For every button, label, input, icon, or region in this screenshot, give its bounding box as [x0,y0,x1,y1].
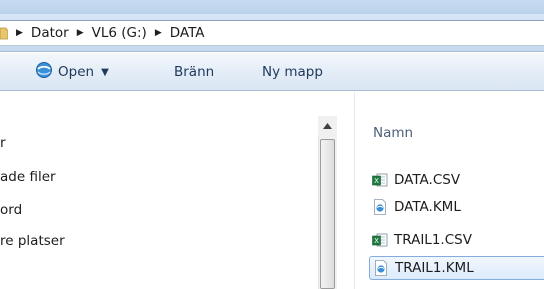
file-list: Namn X DATA.CSV DATA.KML X TRAIL1.CSV TR… [355,92,544,289]
breadcrumb-item-drive[interactable]: VL6 (G:) [92,25,147,41]
breadcrumb-item-data[interactable]: DATA [170,25,205,41]
burn-button[interactable]: Bränn [168,59,220,85]
open-with-icon [35,61,53,83]
excel-csv-icon: X [372,232,388,248]
file-row-data-kml[interactable]: DATA.KML [369,195,544,219]
open-button[interactable]: Open ▼ [29,59,115,85]
file-row-data-csv[interactable]: X DATA.CSV [369,168,544,192]
address-bar: ▶ Dator ▶ VL6 (G:) ▶ DATA [0,14,544,52]
open-button-label: Open [58,64,95,80]
command-bar: Open ▼ Bränn Ny mapp [0,53,544,91]
svg-text:X: X [374,177,379,185]
new-folder-button[interactable]: Ny mapp [256,59,329,85]
nav-item-recent-files[interactable]: ade filer [0,169,56,185]
nav-item-favorites-partial[interactable]: r [0,135,6,151]
navigation-pane: r ade filer ord re platser [0,92,318,289]
explorer-window: ▶ Dator ▶ VL6 (G:) ▶ DATA Open ▼ Bränn N… [0,0,544,289]
file-name: DATA.KML [394,199,461,215]
scrollbar-thumb[interactable] [320,139,335,289]
breadcrumb-separator-icon[interactable]: ▶ [77,28,84,38]
excel-csv-icon: X [372,172,388,188]
chevron-down-icon[interactable]: ▼ [101,67,109,78]
window-frame-top [0,0,544,14]
file-row-trail1-csv[interactable]: X TRAIL1.CSV [369,228,544,252]
file-row-trail1-kml[interactable]: TRAIL1.KML [369,256,544,280]
breadcrumb[interactable]: ▶ Dator ▶ VL6 (G:) ▶ DATA [0,20,544,46]
file-name: TRAIL1.KML [395,260,474,276]
svg-text:X: X [374,237,379,245]
breadcrumb-item-dator[interactable]: Dator [31,25,69,41]
kml-file-icon [372,199,388,215]
column-header-name[interactable]: Namn [373,125,413,141]
file-name: TRAIL1.CSV [394,232,472,248]
breadcrumb-separator-icon[interactable]: ▶ [16,28,23,38]
nav-item-ord[interactable]: ord [0,202,22,218]
kml-file-icon [373,260,389,276]
folder-icon [0,25,9,41]
breadcrumb-separator-icon[interactable]: ▶ [155,28,162,38]
nav-item-recent-places[interactable]: re platser [0,233,65,249]
scroll-up-icon[interactable] [318,116,337,136]
file-name: DATA.CSV [394,172,461,188]
